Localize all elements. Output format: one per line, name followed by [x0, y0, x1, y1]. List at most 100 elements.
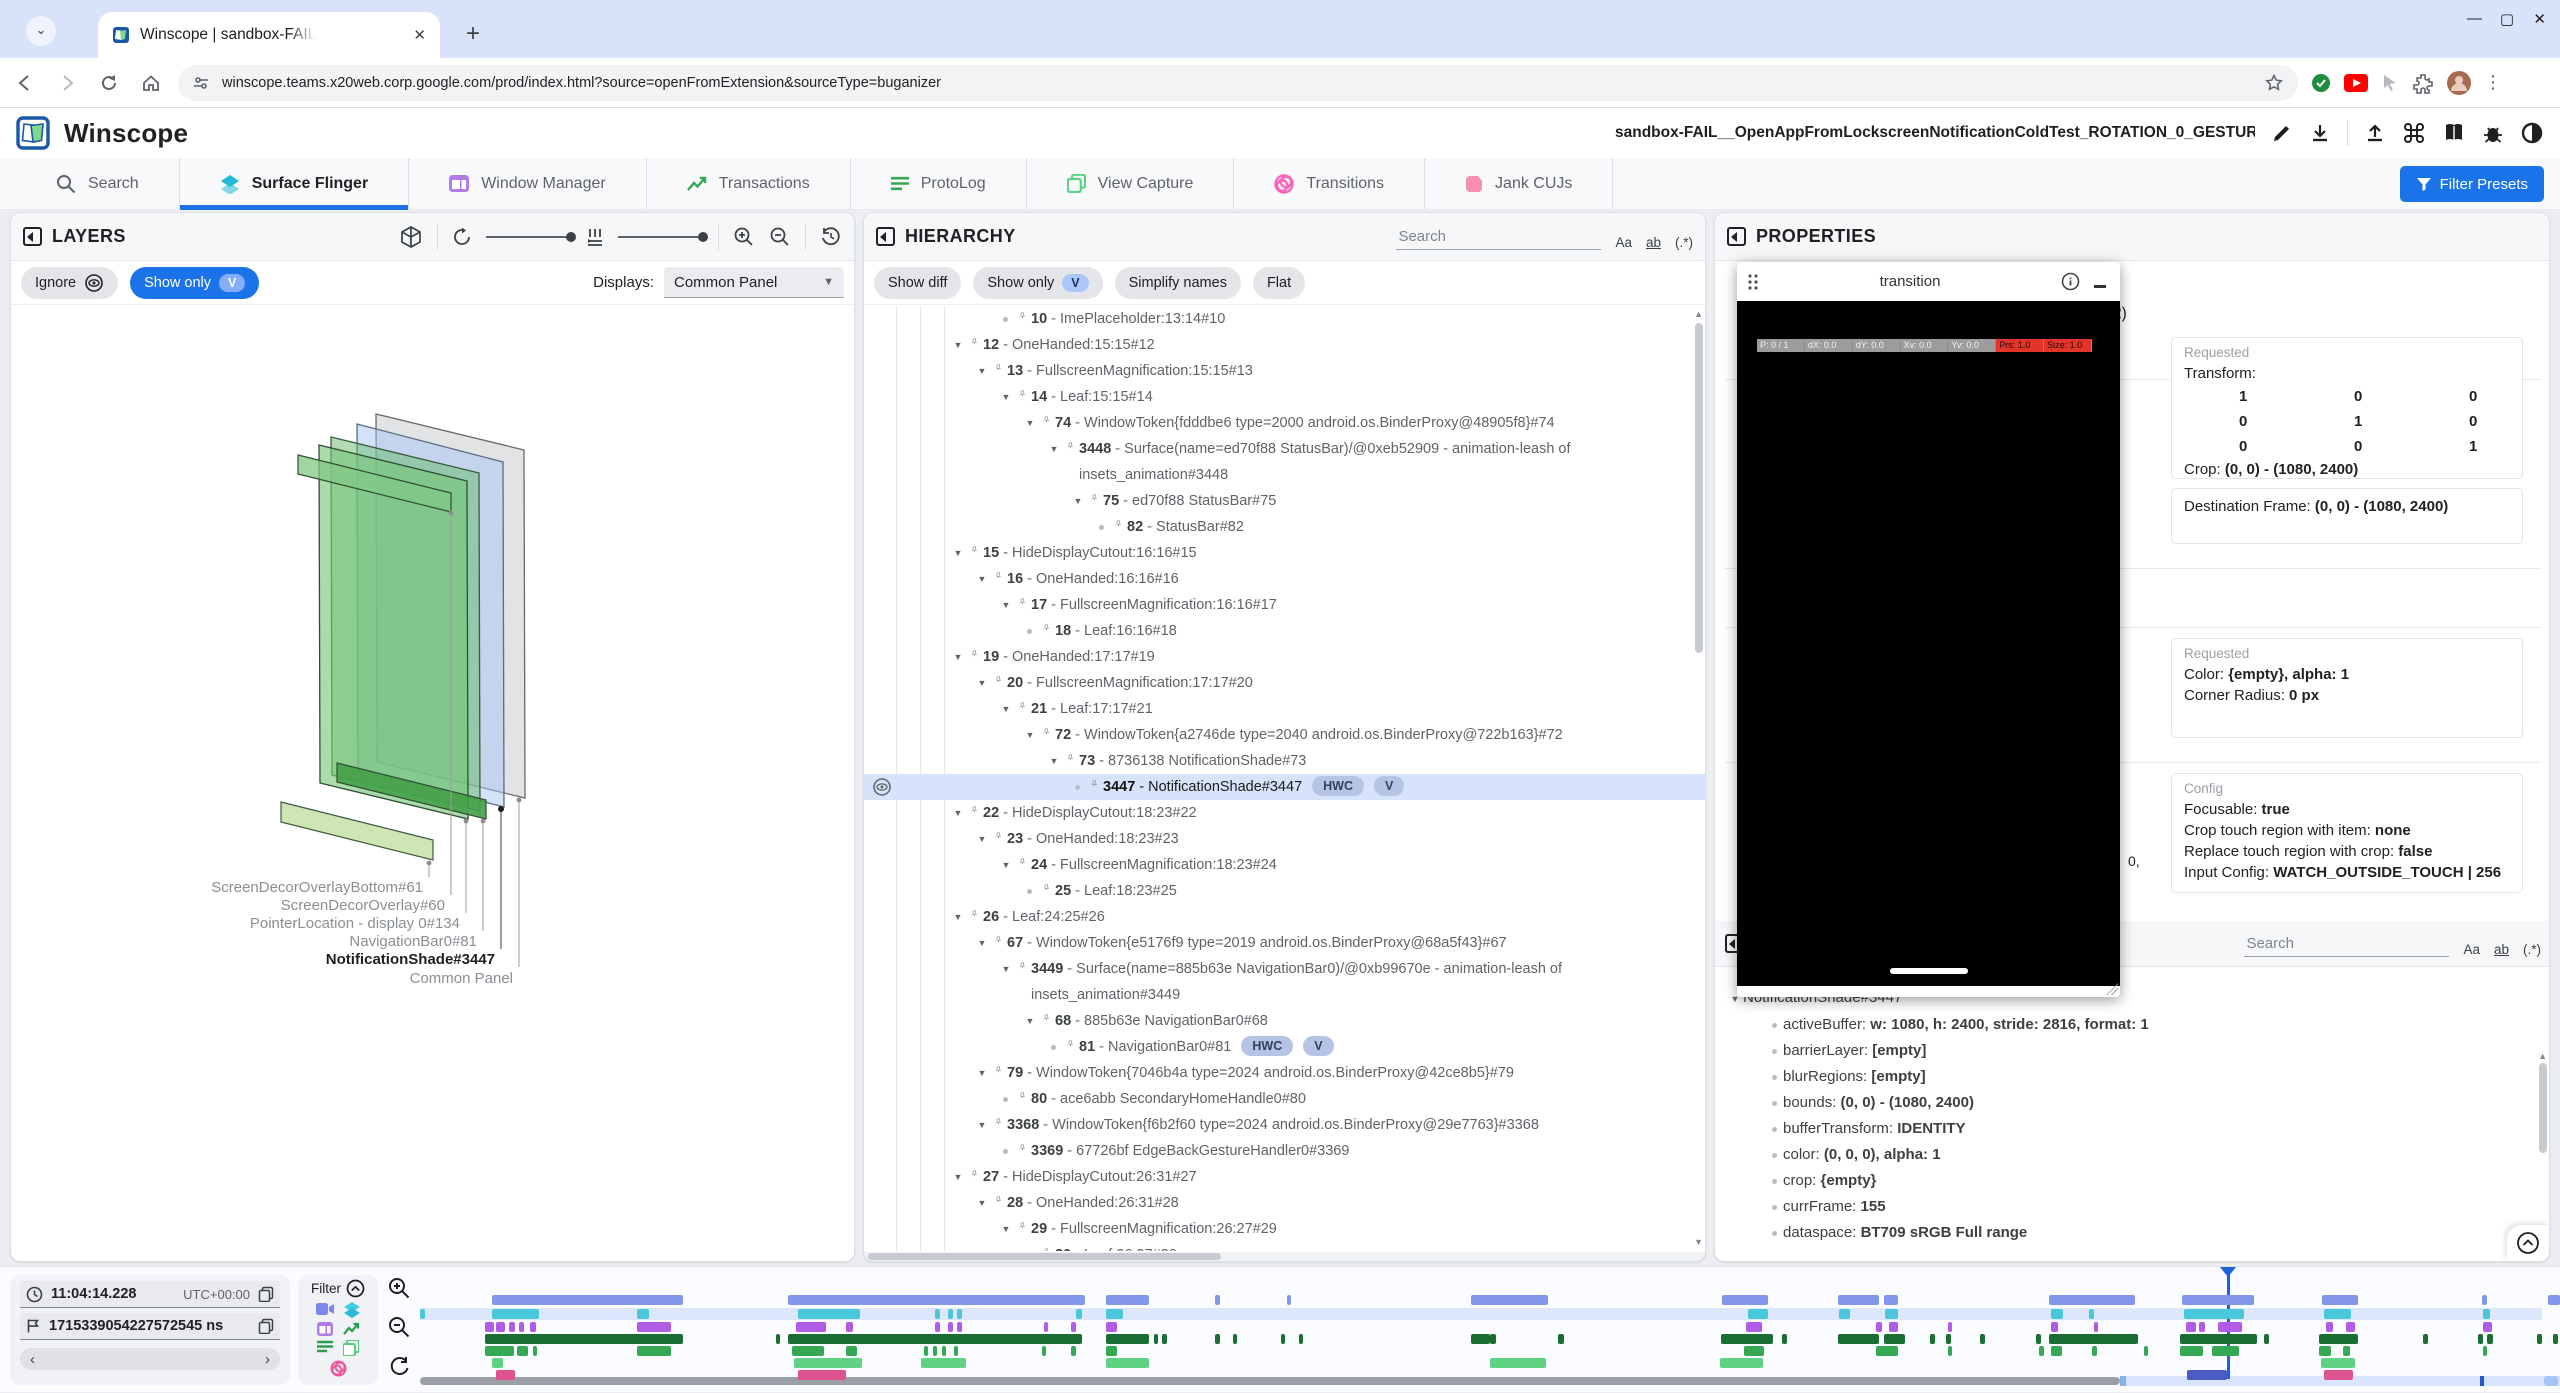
view-capture-trace-icon[interactable] [343, 1340, 359, 1356]
ns-time-row[interactable]: 1715339054227572545 ns [20, 1313, 280, 1340]
trace-entry-sf[interactable] [2324, 1309, 2351, 1319]
trace-entry-transactions[interactable] [1233, 1334, 1237, 1344]
hierarchy-node-25[interactable]: 25 - Leaf:18:23#25 [864, 878, 1705, 904]
hierarchy-node-19[interactable]: ▼19 - OneHanded:17:17#19 [864, 644, 1705, 670]
trace-entry-wm[interactable] [637, 1322, 671, 1332]
trace-entry-wm[interactable] [796, 1322, 826, 1332]
trace-entry-wm[interactable] [948, 1322, 953, 1332]
hierarchy-node-3447[interactable]: 3447 - NotificationShade#3447HWCV [864, 774, 1705, 800]
trace-entry-protolog[interactable] [924, 1346, 928, 1356]
collapse-up-fab[interactable] [2516, 1231, 2540, 1255]
browser-menu-icon[interactable]: ⋮ [2484, 72, 2502, 93]
prev-icon[interactable]: ‹ [30, 1351, 35, 1368]
transition-overlay-window[interactable]: transition P: 0 / 1dX: 0.0dY: 0.0Xv: 0.0… [1737, 262, 2120, 997]
tab-transitions[interactable]: Transitions [1234, 158, 1425, 210]
extension-cursor-icon[interactable] [2380, 73, 2400, 93]
hierarchy-node-27[interactable]: ▼27 - HideDisplayCutout:26:31#27 [864, 1164, 1705, 1190]
pin-icon[interactable] [1014, 1086, 1031, 1099]
trace-entry-viewcapture[interactable] [794, 1358, 862, 1368]
tab-search-icon[interactable]: ⌄ [26, 16, 56, 46]
pin-icon[interactable] [966, 800, 983, 813]
trace-entry-wm[interactable] [846, 1322, 853, 1332]
trace-entry-transactions[interactable] [2537, 1334, 2542, 1344]
trace-entry-protolog[interactable] [1106, 1346, 1117, 1356]
screen-recording-trace-icon[interactable] [316, 1302, 334, 1316]
trace-entry-transitions[interactable] [2187, 1370, 2227, 1380]
hierarchy-node-23[interactable]: ▼23 - OneHanded:18:23#23 [864, 826, 1705, 852]
scroll-down-arrow[interactable]: ▼ [1694, 1237, 1703, 1247]
hierarchy-node-20[interactable]: ▼20 - FullscreenMagnification:17:17#20 [864, 670, 1705, 696]
resize-handle[interactable] [2106, 983, 2118, 995]
expand-arrow-icon[interactable]: ▼ [1022, 410, 1038, 436]
trace-entry-protolog[interactable] [1744, 1346, 1764, 1356]
hierarchy-node-79[interactable]: ▼79 - WindowToken{7046b4a type=2024 andr… [864, 1060, 1705, 1086]
pin-icon[interactable] [1062, 1034, 1079, 1047]
trace-entry-transactions[interactable] [1154, 1334, 1158, 1344]
hierarchy-node-16[interactable]: ▼16 - OneHanded:16:16#16 [864, 566, 1705, 592]
drag-handle-icon[interactable] [1747, 273, 1759, 291]
hierarchy-node-18[interactable]: 18 - Leaf:16:16#18 [864, 618, 1705, 644]
trace-entry-protolog[interactable] [933, 1346, 937, 1356]
browser-tab[interactable]: Winscope | sandbox-FAIL ✕ [98, 12, 440, 58]
pin-icon[interactable] [1014, 592, 1031, 605]
timeline-tracks[interactable] [420, 1267, 2560, 1393]
property-node[interactable]: blurRegions: [empty] [1715, 1064, 2549, 1090]
property-node[interactable]: dataspace: BT709 sRGB Full range [1715, 1220, 2549, 1246]
report-bug-icon[interactable] [2482, 122, 2504, 144]
trace-entry-wm[interactable] [1889, 1322, 1898, 1332]
chip-show-only[interactable]: Show onlyV [973, 267, 1102, 299]
trace-entry-protolog[interactable] [2483, 1346, 2487, 1356]
trace-entry-wm[interactable] [1876, 1322, 1882, 1332]
trace-entry-transactions[interactable] [788, 1334, 1082, 1344]
expand-arrow-icon[interactable]: ▼ [974, 1060, 990, 1086]
pin-icon[interactable] [990, 1112, 1007, 1125]
trace-entry-transactions[interactable] [1838, 1334, 1879, 1344]
trace-entry-protolog[interactable] [942, 1346, 946, 1356]
regex-toggle[interactable]: (.*) [1675, 235, 1693, 250]
trace-entry-sf[interactable] [1885, 1309, 1898, 1319]
trace-entry-protolog[interactable] [637, 1346, 671, 1356]
pin-icon[interactable] [1062, 436, 1079, 449]
trace-entry-transactions[interactable] [2036, 1334, 2041, 1344]
trace-entry-transactions[interactable] [2487, 1334, 2493, 1344]
expand-arrow-icon[interactable]: ▼ [950, 644, 966, 670]
hierarchy-node-29[interactable]: ▼29 - FullscreenMagnification:26:27#29 [864, 1216, 1705, 1242]
property-node[interactable]: bounds: (0, 0) - (1080, 2400) [1715, 1090, 2549, 1116]
expand-arrow-icon[interactable]: ▼ [1022, 1008, 1038, 1034]
reload-icon[interactable] [92, 66, 126, 100]
trace-entry-sf[interactable] [948, 1309, 953, 1319]
trace-entry-transitions[interactable] [2324, 1370, 2353, 1380]
trace-entry-wm[interactable] [1071, 1322, 1076, 1332]
hierarchy-node-14[interactable]: ▼14 - Leaf:15:15#14 [864, 384, 1705, 410]
pin-icon[interactable] [1038, 878, 1055, 891]
trace-entry-screenrec[interactable] [2322, 1295, 2358, 1305]
pin-icon[interactable] [990, 566, 1007, 579]
trace-entry-screenrec[interactable] [2182, 1295, 2254, 1305]
hierarchy-search-input[interactable]: Search [1396, 224, 1601, 250]
trace-entry-wm[interactable] [2326, 1322, 2333, 1332]
expand-arrow-icon[interactable]: ▼ [974, 1112, 990, 1138]
expand-arrow-icon[interactable]: ▼ [1046, 436, 1062, 462]
trace-entry-protolog[interactable] [1948, 1346, 1952, 1356]
copy-icon[interactable] [258, 1318, 274, 1334]
hierarchy-hscrollbar[interactable] [864, 1252, 1705, 1261]
trace-entry-wm[interactable] [519, 1322, 524, 1332]
hierarchy-node-75[interactable]: ▼75 - ed70f88 StatusBar#75 [864, 488, 1705, 514]
trace-entry-protolog[interactable] [954, 1346, 958, 1356]
new-tab-button[interactable]: + [466, 20, 480, 48]
hierarchy-node-17[interactable]: ▼17 - FullscreenMagnification:16:16#17 [864, 592, 1705, 618]
trace-entry-wm[interactable] [485, 1322, 494, 1332]
pin-icon[interactable] [1086, 488, 1103, 501]
hierarchy-node-21[interactable]: ▼21 - Leaf:17:17#21 [864, 696, 1705, 722]
trace-entry-screenrec[interactable] [2049, 1295, 2135, 1305]
trace-entry-transactions[interactable] [1490, 1334, 1496, 1344]
properties-scrollbar[interactable] [2539, 1063, 2547, 1153]
hierarchy-node-73[interactable]: ▼73 - 8736138 NotificationShade#73 [864, 748, 1705, 774]
expand-arrow-icon[interactable]: ▼ [998, 956, 1014, 982]
back-icon[interactable] [8, 66, 42, 100]
forward-icon[interactable] [50, 66, 84, 100]
trace-entry-protolog[interactable] [2092, 1346, 2097, 1356]
expand-arrow-icon[interactable]: ▼ [950, 332, 966, 358]
extensions-puzzle-icon[interactable] [2412, 72, 2434, 94]
trace-entry-transactions[interactable] [1471, 1334, 1490, 1344]
